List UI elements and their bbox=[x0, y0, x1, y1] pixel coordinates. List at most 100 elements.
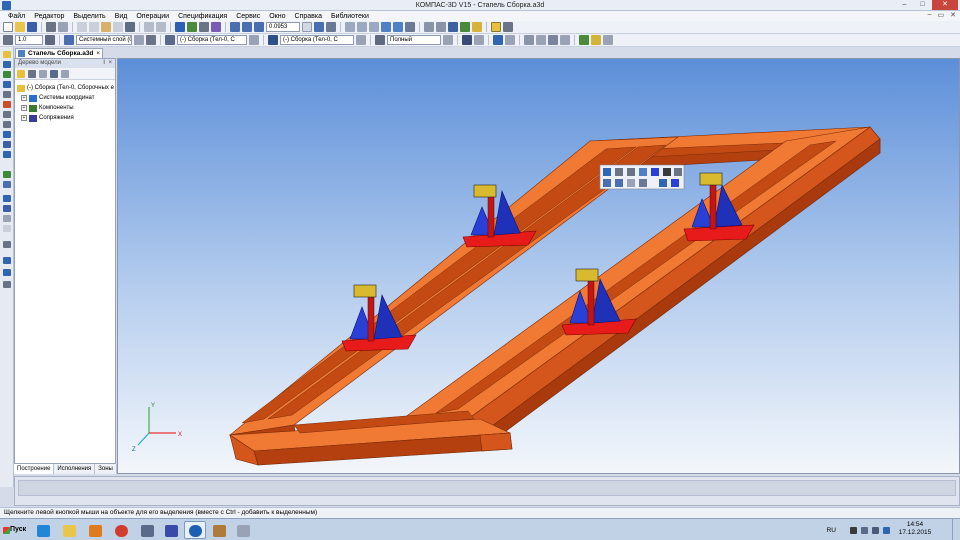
zoom-out-icon[interactable] bbox=[254, 22, 264, 32]
layer-manager-icon[interactable] bbox=[146, 35, 156, 45]
tree-chevron-icon[interactable] bbox=[39, 69, 47, 78]
tree-item-mates[interactable]: + Сопряжения bbox=[17, 113, 115, 123]
menu-operations[interactable]: Операции bbox=[136, 13, 169, 20]
wireframe-icon[interactable] bbox=[345, 22, 355, 32]
help-icon[interactable] bbox=[491, 22, 501, 32]
export-icon[interactable] bbox=[3, 281, 11, 288]
bulb-chevron-icon[interactable] bbox=[603, 35, 613, 45]
preview-icon[interactable] bbox=[58, 22, 68, 32]
view-mode-chevron-icon[interactable] bbox=[443, 35, 453, 45]
cut-icon[interactable] bbox=[77, 22, 87, 32]
placement-icon[interactable] bbox=[3, 71, 11, 78]
menu-service[interactable]: Сервис bbox=[236, 13, 260, 20]
measure-icon[interactable] bbox=[579, 35, 589, 45]
menu-editor[interactable]: Редактор bbox=[34, 13, 64, 20]
rotate-icon[interactable] bbox=[314, 22, 324, 32]
doc-minimize-button[interactable]: – bbox=[928, 11, 932, 21]
redo-icon[interactable] bbox=[156, 22, 166, 32]
tree-sort-icon[interactable] bbox=[28, 69, 36, 78]
curve-icon[interactable] bbox=[3, 101, 11, 108]
step-field[interactable]: 1.0 bbox=[15, 35, 43, 45]
document-tab-close-button[interactable]: × bbox=[96, 49, 100, 58]
snap-icon[interactable] bbox=[548, 35, 558, 45]
document-tab[interactable]: Стапель Сборка.a3d × bbox=[15, 48, 103, 58]
expand-icon[interactable]: + bbox=[21, 115, 27, 121]
maximize-button[interactable]: □ bbox=[914, 0, 931, 10]
taskbar-ie[interactable] bbox=[32, 521, 54, 539]
volume-icon[interactable] bbox=[872, 526, 879, 534]
display-icon[interactable] bbox=[462, 35, 472, 45]
taskbar-app[interactable] bbox=[136, 521, 158, 539]
snap-chevron-icon[interactable] bbox=[560, 35, 570, 45]
menu-specification[interactable]: Спецификация bbox=[178, 13, 227, 20]
sketch-icon[interactable] bbox=[460, 22, 470, 32]
orient-icon[interactable] bbox=[326, 22, 336, 32]
animation-icon[interactable] bbox=[3, 269, 11, 276]
menu-help[interactable]: Справка bbox=[295, 13, 322, 20]
grid-chevron-icon[interactable] bbox=[536, 35, 546, 45]
fx-icon[interactable] bbox=[199, 22, 209, 32]
part-select[interactable]: (-) Сборка (Тел-0, С bbox=[280, 35, 354, 45]
manager-icon[interactable] bbox=[175, 22, 185, 32]
format-icon[interactable] bbox=[113, 22, 123, 32]
taskbar-media[interactable] bbox=[84, 521, 106, 539]
tree-root-item[interactable]: (-) Сборка (Тел-0, Сборочных е bbox=[17, 83, 115, 93]
pin-icon[interactable]: ⵏ bbox=[103, 59, 105, 68]
zoom-scale-field[interactable]: 0.0953 bbox=[266, 22, 300, 32]
tree-item-coordinate-systems[interactable]: + Системы координат bbox=[17, 93, 115, 103]
color-chevron-icon[interactable] bbox=[505, 35, 515, 45]
undo-icon[interactable] bbox=[144, 22, 154, 32]
cable-icon[interactable] bbox=[3, 225, 11, 232]
library-icon[interactable] bbox=[3, 181, 11, 188]
color-icon[interactable] bbox=[493, 35, 503, 45]
sheet-icon[interactable] bbox=[3, 195, 11, 202]
doc-close-button[interactable]: ✕ bbox=[950, 11, 956, 21]
perspective-icon[interactable] bbox=[405, 22, 415, 32]
print-icon[interactable] bbox=[46, 22, 56, 32]
display-chevron-icon[interactable] bbox=[474, 35, 484, 45]
component-icon[interactable] bbox=[3, 61, 11, 68]
array-icon[interactable] bbox=[3, 81, 11, 88]
table-icon[interactable] bbox=[448, 22, 458, 32]
tab-versions[interactable]: Исполнения bbox=[54, 464, 96, 474]
edit-part-icon[interactable] bbox=[268, 35, 278, 45]
minimize-button[interactable]: – bbox=[896, 0, 913, 10]
model-tree-close-button[interactable]: × bbox=[108, 59, 112, 68]
expand-icon[interactable]: + bbox=[21, 95, 27, 101]
check-icon[interactable] bbox=[3, 171, 11, 178]
context-help-icon[interactable] bbox=[503, 22, 513, 32]
part-chevron-icon[interactable] bbox=[356, 35, 366, 45]
mate-icon[interactable] bbox=[3, 91, 11, 98]
variables-icon[interactable] bbox=[187, 22, 197, 32]
paste-icon[interactable] bbox=[101, 22, 111, 32]
filter-icon[interactable] bbox=[424, 22, 434, 32]
bulb-icon[interactable] bbox=[591, 35, 601, 45]
thin-lines-icon[interactable] bbox=[369, 22, 379, 32]
select-filter-icon[interactable] bbox=[436, 22, 446, 32]
report-icon[interactable] bbox=[3, 151, 11, 158]
action-center-icon[interactable] bbox=[850, 526, 857, 534]
zoom-window-icon[interactable] bbox=[242, 22, 252, 32]
cursor-icon[interactable] bbox=[45, 35, 55, 45]
taskbar-kompas[interactable] bbox=[184, 521, 206, 539]
weld-icon[interactable] bbox=[3, 205, 11, 212]
show-desktop-button[interactable] bbox=[952, 519, 960, 540]
start-button[interactable]: Пуск bbox=[1, 522, 27, 538]
measure-icon[interactable] bbox=[3, 131, 11, 138]
tray-app-icon[interactable] bbox=[883, 526, 890, 534]
close-button[interactable]: ✕ bbox=[932, 0, 958, 10]
clock[interactable]: 14:54 17.12.2015 bbox=[898, 521, 932, 537]
menu-file[interactable]: Файл bbox=[8, 13, 25, 20]
tab-zones[interactable]: Зоны bbox=[95, 464, 117, 474]
new-document-icon[interactable] bbox=[3, 22, 13, 32]
copy-icon[interactable] bbox=[89, 22, 99, 32]
axis-icon[interactable] bbox=[3, 121, 11, 128]
section-icon[interactable] bbox=[3, 241, 11, 248]
tree-filter-icon[interactable] bbox=[61, 69, 69, 78]
properties-icon[interactable] bbox=[125, 22, 135, 32]
expand-icon[interactable]: + bbox=[21, 105, 27, 111]
render-icon[interactable] bbox=[3, 257, 11, 264]
light-icon[interactable] bbox=[472, 22, 482, 32]
save-icon[interactable] bbox=[27, 22, 37, 32]
menu-select[interactable]: Выделить bbox=[73, 13, 105, 20]
